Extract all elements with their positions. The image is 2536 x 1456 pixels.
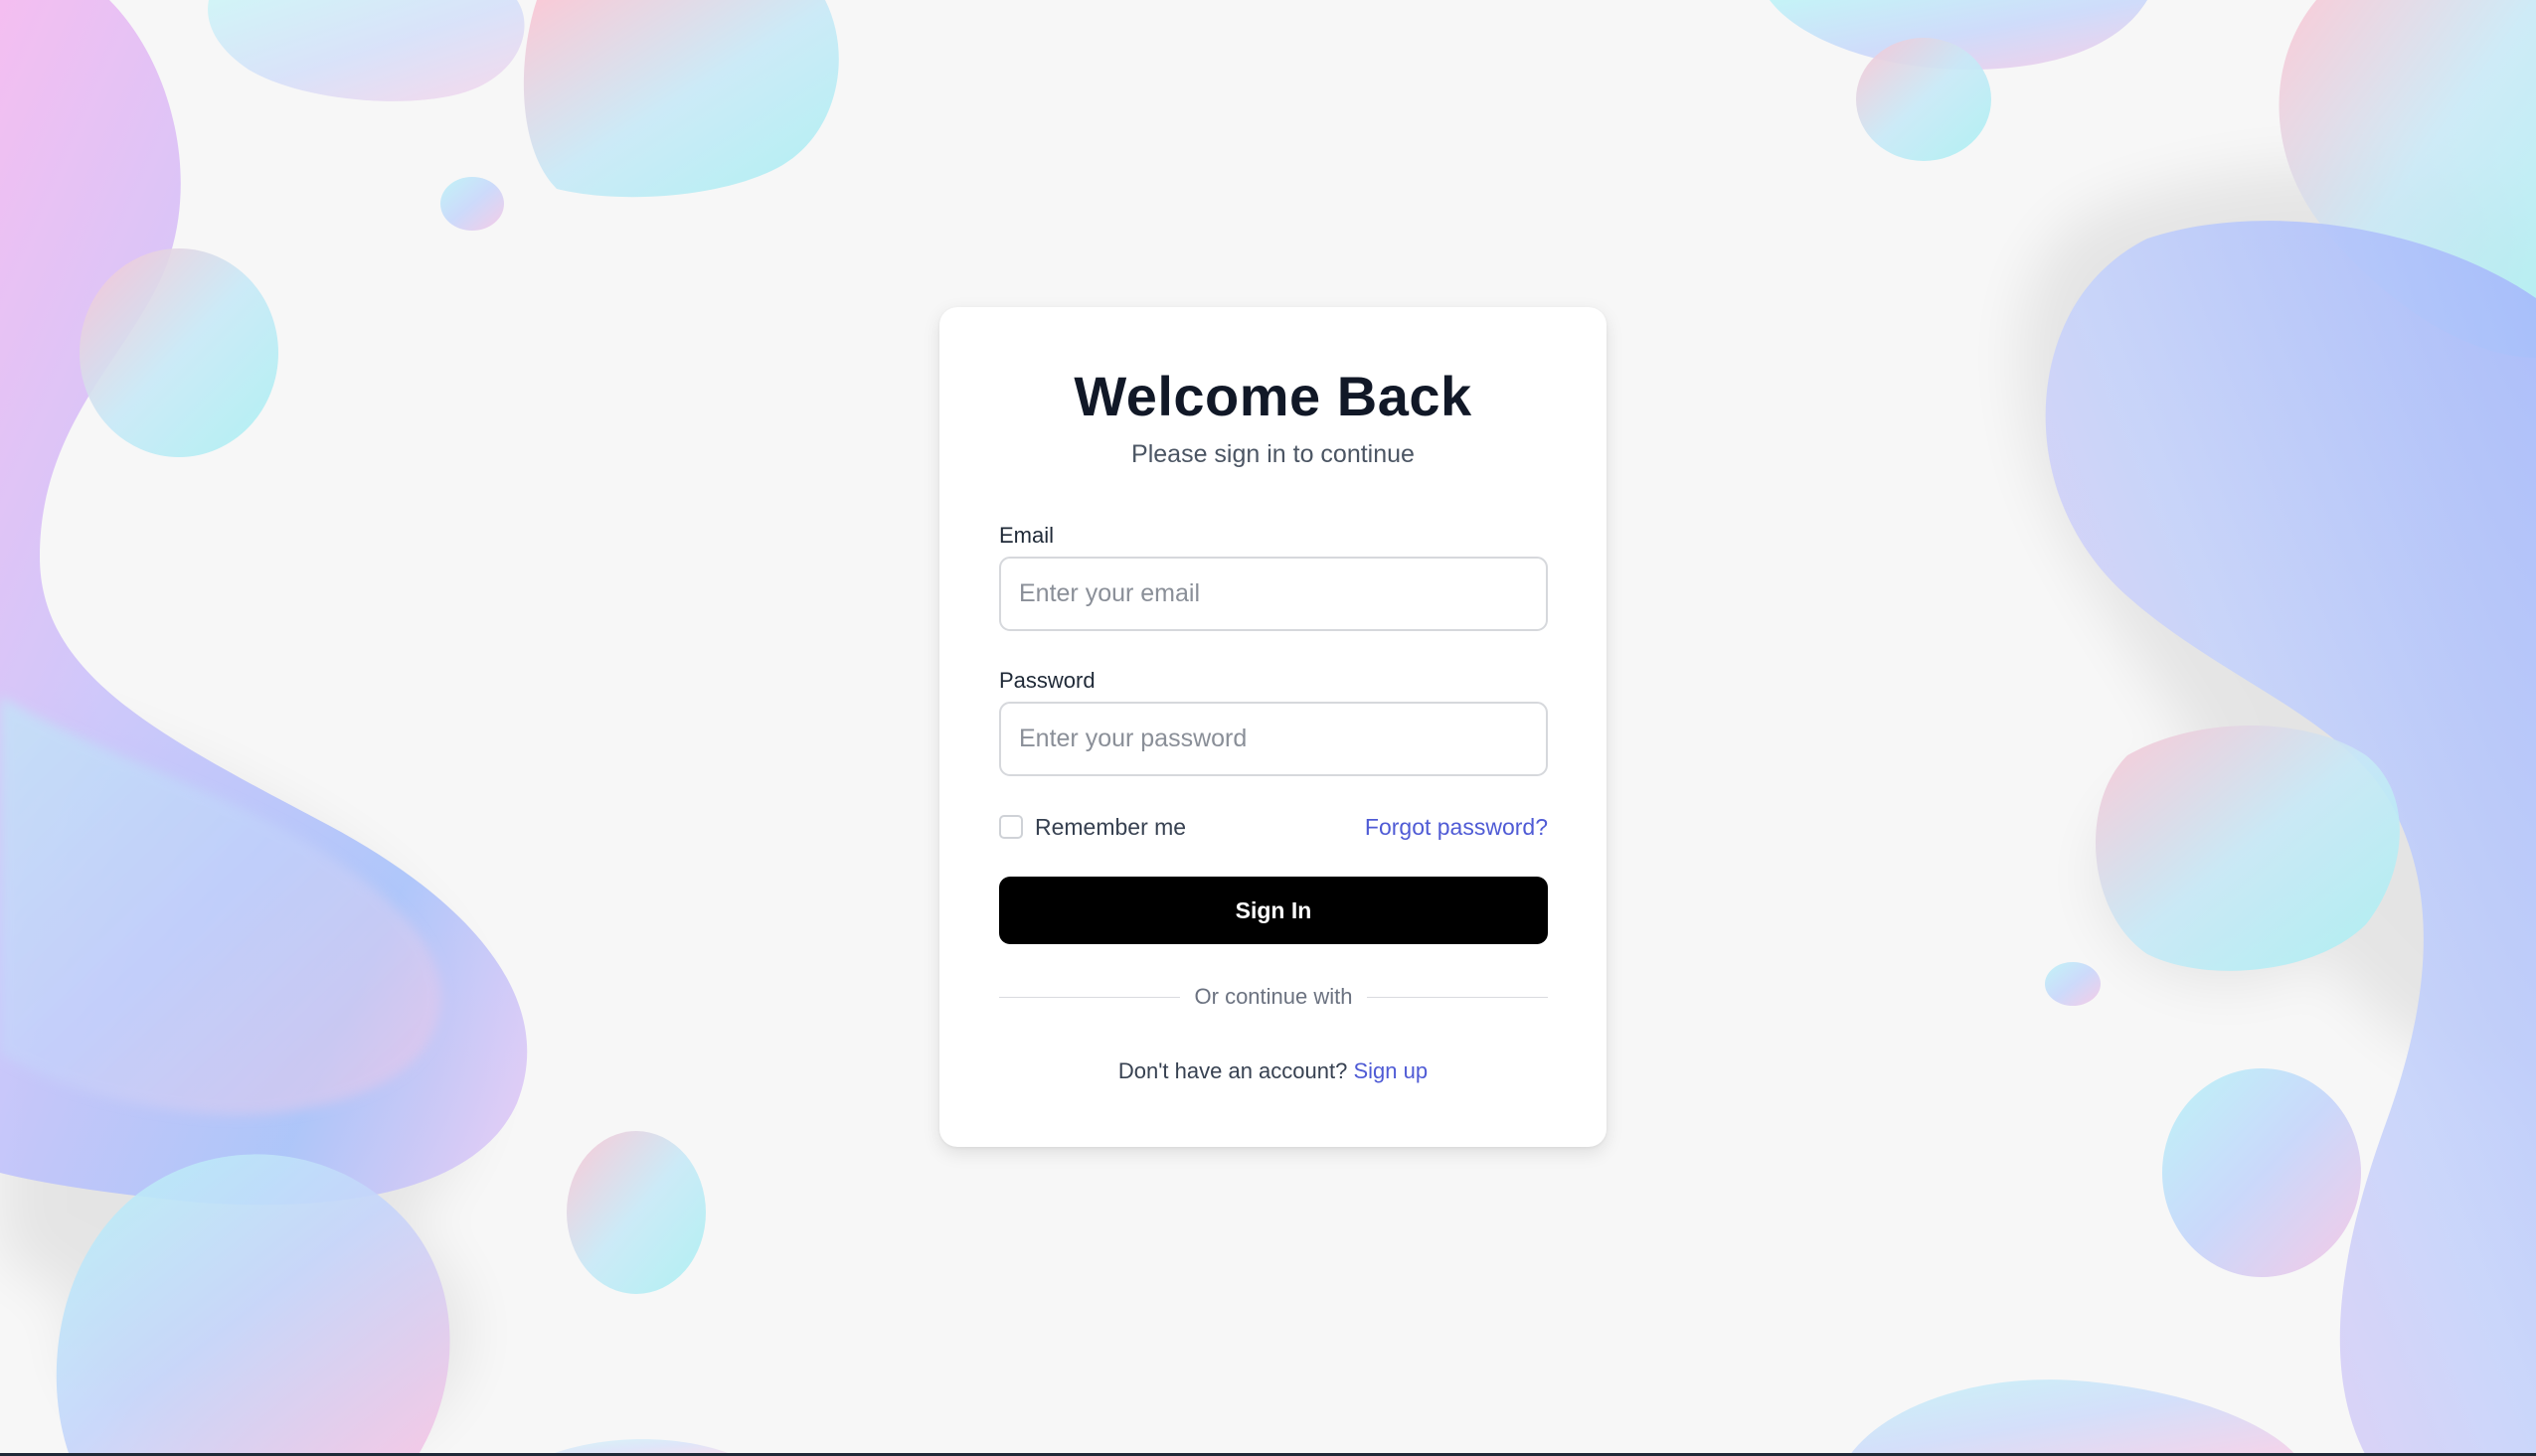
password-label: Password	[999, 668, 1096, 693]
signup-row: Don't have an account? Sign up	[939, 1058, 1606, 1084]
forgot-password-link[interactable]: Forgot password?	[1365, 813, 1548, 841]
divider-line-right	[1367, 997, 1548, 998]
remember-me-checkbox[interactable]	[999, 815, 1023, 839]
remember-me-label[interactable]: Remember me	[1035, 813, 1186, 841]
page-subtitle: Please sign in to continue	[1131, 440, 1415, 468]
password-input[interactable]	[999, 702, 1548, 776]
login-page: Welcome Back Please sign in to continue …	[0, 0, 2536, 1456]
remember-row: Remember me Forgot password?	[999, 813, 1548, 841]
sign-up-link[interactable]: Sign up	[1353, 1058, 1428, 1083]
page-title: Welcome Back	[1074, 365, 1472, 427]
email-input[interactable]	[999, 557, 1548, 631]
sign-in-button[interactable]: Sign In	[999, 877, 1548, 944]
login-card: Welcome Back Please sign in to continue …	[939, 307, 1606, 1147]
signup-prompt: Don't have an account?	[1117, 1058, 1348, 1083]
email-label: Email	[999, 523, 1055, 548]
divider: Or continue with	[999, 982, 1548, 1012]
